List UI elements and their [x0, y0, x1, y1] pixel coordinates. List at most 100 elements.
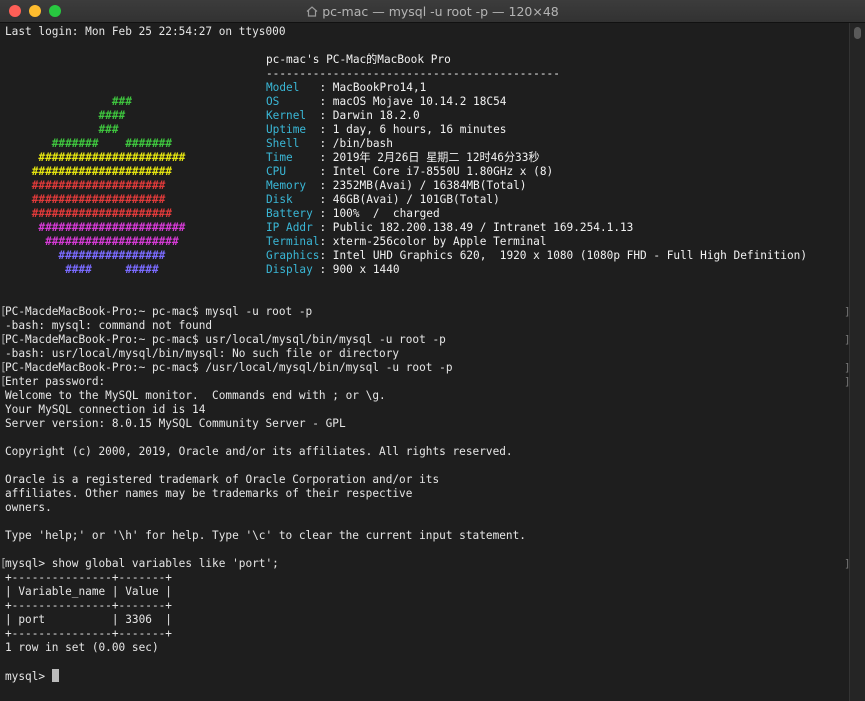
- neofetch-info-row: Terminal: xterm-256color by Apple Termin…: [266, 235, 547, 249]
- terminal-content[interactable]: Last login: Mon Feb 25 22:54:27 on ttys0…: [0, 23, 851, 701]
- output-line: Copyright (c) 2000, 2019, Oracle and/or …: [5, 445, 513, 459]
- info-sep: :: [319, 81, 333, 94]
- neofetch-info-row: Battery : 100% / charged: [266, 207, 440, 221]
- info-value: 2019年 2月26日 星期二 12时46分33秒: [332, 151, 540, 164]
- info-key: CPU: [266, 165, 320, 178]
- line-text: Your MySQL connection id is 14: [5, 403, 206, 416]
- title-bar[interactable]: pc-mac — mysql -u root -p — 120×48: [0, 0, 865, 23]
- window-title: pc-mac — mysql -u root -p — 120×48: [0, 4, 865, 20]
- line-text: PC-MacdeMacBook-Pro:~ pc-mac$ /usr/local…: [5, 361, 453, 374]
- line-text: mysql> show global variables like 'port'…: [5, 557, 279, 570]
- scroll-thumb[interactable]: [854, 27, 861, 39]
- line-text: 1 row in set (0.00 sec): [5, 641, 159, 654]
- info-key: Time: [266, 151, 320, 164]
- output-line: owners.: [5, 501, 52, 515]
- neofetch-info-row: Shell : /bin/bash: [266, 137, 393, 151]
- home-folder-icon: [306, 5, 318, 20]
- info-key: Battery: [266, 207, 320, 220]
- apple-logo-line: ####################: [5, 179, 166, 193]
- apple-logo-line: ######################: [5, 151, 185, 165]
- info-sep: :: [319, 235, 333, 248]
- prompt-text: mysql>: [5, 670, 52, 683]
- prompt-marker: [: [0, 305, 7, 318]
- neofetch-info-row: Uptime : 1 day, 6 hours, 16 minutes: [266, 123, 506, 137]
- apple-logo-text: ####: [5, 109, 126, 122]
- neofetch-info-row: OS : macOS Mojave 10.14.2 18C54: [266, 95, 506, 109]
- prompt-marker: [: [0, 557, 7, 570]
- apple-logo-text: ####################: [5, 193, 166, 206]
- line-text: Copyright (c) 2000, 2019, Oracle and/or …: [5, 445, 513, 458]
- info-sep: :: [319, 151, 333, 164]
- current-prompt-line: mysql>: [5, 669, 59, 683]
- line-text: PC-MacdeMacBook-Pro:~ pc-mac$ mysql -u r…: [5, 305, 313, 318]
- info-key: Kernel: [266, 109, 320, 122]
- info-key: Shell: [266, 137, 320, 150]
- neofetch-info-row: Disk : 46GB(Avai) / 101GB(Total): [266, 193, 500, 207]
- neofetch-info-row: CPU : Intel Core i7-8550U 1.80GHz x (8): [266, 165, 553, 179]
- apple-logo-line: ###: [5, 95, 132, 109]
- info-key: Memory: [266, 179, 320, 192]
- neofetch-header: pc-mac's PC-Mac的MacBook Pro: [266, 53, 451, 66]
- info-sep: :: [319, 137, 333, 150]
- apple-logo-line: ######################: [5, 221, 185, 235]
- apple-logo-text: ###: [5, 95, 132, 108]
- line-text: Welcome to the MySQL monitor. Commands e…: [5, 389, 386, 402]
- output-line: Server version: 8.0.15 MySQL Community S…: [5, 417, 346, 431]
- apple-logo-line: ####: [5, 109, 126, 123]
- neofetch-info-row: Model : MacBookPro14,1: [266, 81, 426, 95]
- info-value: 900 x 1440: [332, 263, 400, 276]
- neofetch-info-row: Kernel : Darwin 18.2.0: [266, 109, 420, 123]
- apple-logo-text: ####################: [5, 179, 166, 192]
- line-text: -bash: usr/local/mysql/bin/mysql: No suc…: [5, 347, 400, 360]
- output-line: Type 'help;' or '\h' for help. Type '\c'…: [5, 529, 526, 543]
- login-line: Last login: Mon Feb 25 22:54:27 on ttys0…: [5, 25, 286, 38]
- output-line: Oracle is a registered trademark of Orac…: [5, 473, 439, 487]
- info-value: macOS Mojave 10.14.2 18C54: [332, 95, 507, 108]
- apple-logo-line: ###: [5, 123, 119, 137]
- line-text: +---------------+-------+: [5, 627, 172, 640]
- line-text: Server version: 8.0.15 MySQL Community S…: [5, 417, 346, 430]
- info-value: MacBookPro14,1: [332, 81, 427, 94]
- line-text: Enter password:: [5, 375, 112, 388]
- prompt-line: [Enter password:: [0, 375, 112, 389]
- apple-logo-line: ################: [5, 249, 165, 263]
- output-line: affiliates. Other names may be trademark…: [5, 487, 412, 501]
- info-key: Uptime: [266, 123, 320, 136]
- info-key: Graphics: [266, 249, 320, 262]
- apple-logo-line: ####### #######: [5, 137, 172, 151]
- output-line: +---------------+-------+: [5, 627, 172, 641]
- scrollbar[interactable]: [849, 23, 865, 701]
- line-text: owners.: [5, 501, 52, 514]
- text-cursor[interactable]: [51, 669, 59, 682]
- prompt-line: [PC-MacdeMacBook-Pro:~ pc-mac$ usr/local…: [0, 333, 446, 347]
- line-text: | Variable_name | Value |: [5, 585, 172, 598]
- neofetch-info-row: Memory : 2352MB(Avai) / 16384MB(Total): [266, 179, 527, 193]
- info-sep: :: [319, 95, 333, 108]
- neofetch-info-row: Display : 900 x 1440: [266, 263, 400, 277]
- line-text: +---------------+-------+: [5, 571, 172, 584]
- output-line: 1 row in set (0.00 sec): [5, 641, 159, 655]
- apple-logo-text: #####################: [5, 165, 172, 178]
- apple-logo-text: ################: [5, 249, 166, 262]
- info-value: Public 182.200.138.49 / Intranet 169.254…: [332, 221, 634, 234]
- output-line: | Variable_name | Value |: [5, 585, 172, 599]
- apple-logo-line: ####################: [5, 235, 179, 249]
- apple-logo-text: ###: [5, 123, 119, 136]
- prompt-line: [PC-MacdeMacBook-Pro:~ pc-mac$ mysql -u …: [0, 305, 313, 319]
- info-sep: :: [319, 165, 333, 178]
- output-line: Your MySQL connection id is 14: [5, 403, 205, 417]
- neofetch-rule: ----------------------------------------…: [266, 67, 560, 80]
- apple-logo-text: ######################: [5, 151, 186, 164]
- info-sep: :: [319, 123, 333, 136]
- neofetch-info-row: Graphics: Intel UHD Graphics 620, 1920 x…: [266, 249, 807, 263]
- info-value: xterm-256color by Apple Terminal: [332, 235, 547, 248]
- info-key: Disk: [266, 193, 320, 206]
- output-line: Welcome to the MySQL monitor. Commands e…: [5, 389, 386, 403]
- info-sep: :: [319, 221, 333, 234]
- info-key: Display: [266, 263, 320, 276]
- prompt-marker: [: [0, 333, 7, 346]
- info-sep: :: [319, 193, 333, 206]
- info-sep: :: [319, 207, 333, 220]
- apple-logo-text: ####### #######: [5, 137, 172, 150]
- info-value: Darwin 18.2.0: [332, 109, 420, 122]
